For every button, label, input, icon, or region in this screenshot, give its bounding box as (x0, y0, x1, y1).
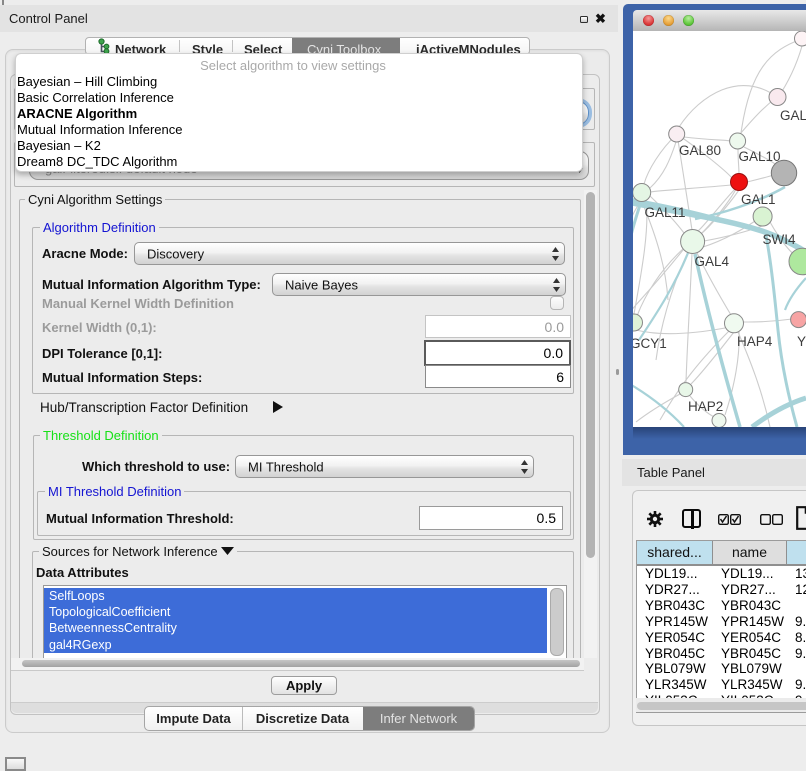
svg-text:GAL: GAL (780, 108, 806, 123)
svg-text:GAL10: GAL10 (739, 149, 781, 164)
svg-text:GCY1: GCY1 (633, 336, 667, 351)
svg-text:HAP4: HAP4 (737, 334, 773, 349)
svg-text:GAL4: GAL4 (695, 254, 730, 269)
svg-text:GAL80: GAL80 (679, 143, 721, 158)
svg-text:GAL11: GAL11 (645, 205, 686, 220)
svg-text:GAL1: GAL1 (741, 192, 776, 207)
svg-text:Y: Y (797, 334, 806, 349)
svg-text:HAP2: HAP2 (688, 399, 723, 414)
svg-text:SWI4: SWI4 (763, 232, 796, 247)
